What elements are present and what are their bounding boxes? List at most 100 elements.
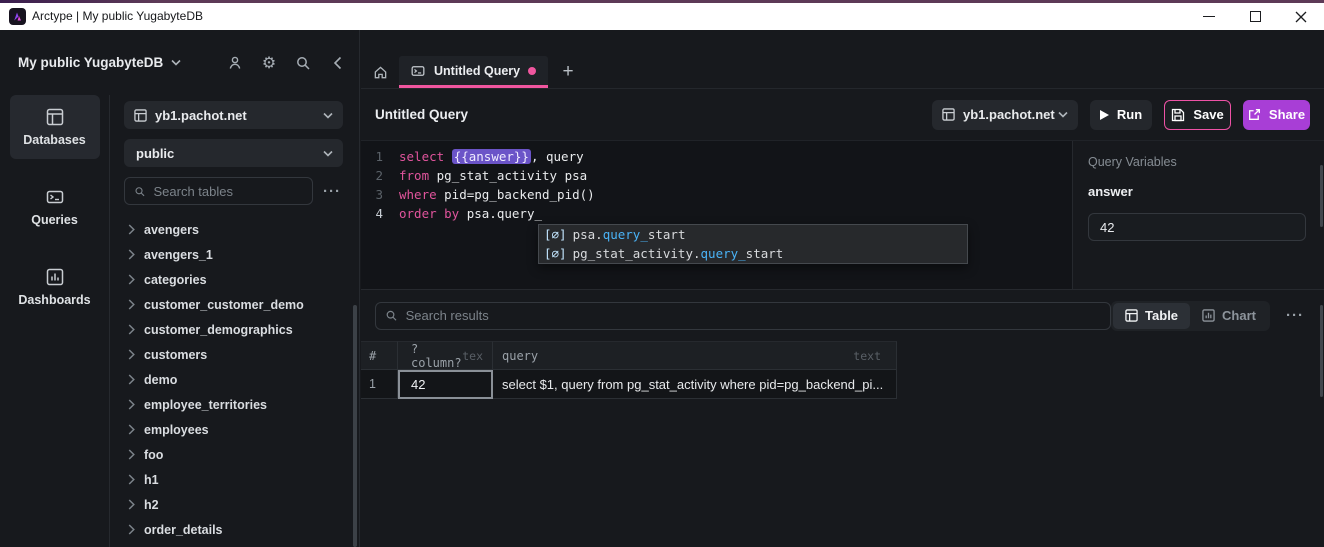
search-icon[interactable] xyxy=(293,53,313,73)
view-chart-label: Chart xyxy=(1222,308,1256,323)
chevron-right-icon[interactable] xyxy=(128,424,135,435)
results-toolbar: Table Chart ··· xyxy=(361,290,1324,341)
nav-item-queries[interactable]: Queries xyxy=(10,175,100,239)
chevron-right-icon[interactable] xyxy=(128,324,135,335)
results-more-icon[interactable]: ··· xyxy=(1278,307,1312,324)
home-icon xyxy=(373,65,388,80)
sql-editor[interactable]: 1 select {{answer}}, query 2 from pg_sta… xyxy=(361,141,1072,289)
schema-select[interactable]: public xyxy=(124,139,343,167)
new-tab-button[interactable]: + xyxy=(548,56,588,88)
variable-value-input[interactable] xyxy=(1088,213,1306,241)
table-list-item[interactable]: customers xyxy=(124,342,343,367)
table-list-item[interactable]: customer_customer_demo xyxy=(124,292,343,317)
code-line-active: 4 order by psa.query_ xyxy=(361,204,1072,223)
close-button[interactable] xyxy=(1278,3,1324,30)
view-chart-button[interactable]: Chart xyxy=(1190,303,1268,329)
query-connection-select[interactable]: yb1.pachot.net xyxy=(932,100,1078,130)
tables-search xyxy=(124,177,313,205)
tables-more-icon[interactable]: ··· xyxy=(313,183,343,200)
variable-name: answer xyxy=(1088,184,1308,199)
main-area: Untitled Query + Untitled Query yb1.pach… xyxy=(361,30,1324,547)
chevron-right-icon[interactable] xyxy=(128,374,135,385)
chevron-right-icon[interactable] xyxy=(128,474,135,485)
autocomplete-item[interactable]: [⌀]pg_stat_activity.query_start xyxy=(539,244,967,263)
tab-bar: Untitled Query + xyxy=(361,30,1324,89)
nav-label: Databases xyxy=(23,133,86,147)
chevron-right-icon[interactable] xyxy=(128,399,135,410)
connection-select[interactable]: yb1.pachot.net xyxy=(124,101,343,129)
nav-label: Queries xyxy=(31,213,78,227)
results-search-input[interactable] xyxy=(406,308,1101,323)
nav-rail: Databases Queries Dashboards xyxy=(0,95,110,547)
run-button[interactable]: Run xyxy=(1090,100,1152,130)
chevron-right-icon[interactable] xyxy=(128,349,135,360)
table-list-item[interactable]: customer_demographics xyxy=(124,317,343,342)
chevron-right-icon[interactable] xyxy=(128,449,135,460)
chevron-right-icon[interactable] xyxy=(128,499,135,510)
tables-scrollbar[interactable] xyxy=(353,305,357,547)
column-header-query[interactable]: querytext xyxy=(493,341,897,370)
variables-scrollbar[interactable] xyxy=(1320,165,1323,227)
tab-untitled-query[interactable]: Untitled Query xyxy=(399,56,548,88)
table-list-item[interactable]: h1 xyxy=(124,467,343,492)
maximize-icon xyxy=(1250,11,1261,22)
table-name: customers xyxy=(144,348,207,362)
share-button[interactable]: Share xyxy=(1243,100,1310,130)
databases-icon xyxy=(46,108,64,126)
chevron-right-icon[interactable] xyxy=(128,249,135,260)
maximize-button[interactable] xyxy=(1232,3,1278,30)
chevron-right-icon[interactable] xyxy=(128,524,135,535)
search-icon xyxy=(134,185,146,198)
autocomplete-item[interactable]: [⌀]psa.query_start xyxy=(539,225,967,244)
table-list-item[interactable]: employees xyxy=(124,417,343,442)
table-list-item[interactable]: categories xyxy=(124,267,343,292)
table-list-item[interactable]: avengers xyxy=(124,217,343,242)
settings-gear-icon[interactable]: ⚙ xyxy=(259,53,279,73)
code-text: order by psa.query_ xyxy=(399,204,542,223)
play-icon xyxy=(1100,110,1109,120)
save-button[interactable]: Save xyxy=(1164,100,1231,130)
tab-home[interactable] xyxy=(361,56,399,88)
query-variable-token: {{answer}} xyxy=(452,149,531,164)
tables-panel: yb1.pachot.net public ··· xyxy=(110,95,359,547)
table-icon xyxy=(1125,309,1138,322)
query-cell[interactable]: select $1, query from pg_stat_activity w… xyxy=(493,370,897,399)
workspace-name[interactable]: My public YugabyteDB xyxy=(18,55,163,70)
nav-item-dashboards[interactable]: Dashboards xyxy=(10,255,100,319)
connection-name: yb1.pachot.net xyxy=(963,107,1055,122)
results-section: Table Chart ··· # ?column?tex querytext xyxy=(361,290,1324,399)
query-tab-icon xyxy=(411,64,425,78)
table-list-item[interactable]: h2 xyxy=(124,492,343,517)
share-label: Share xyxy=(1269,107,1305,122)
query-variables-panel: Query Variables answer xyxy=(1072,141,1324,289)
chevron-down-icon[interactable] xyxy=(171,59,181,66)
minimize-button[interactable] xyxy=(1186,3,1232,30)
table-list-item[interactable]: avengers_1 xyxy=(124,242,343,267)
chevron-right-icon[interactable] xyxy=(128,274,135,285)
table-list-item[interactable]: foo xyxy=(124,442,343,467)
table-list-item[interactable]: employee_territories xyxy=(124,392,343,417)
results-scrollbar[interactable] xyxy=(1320,305,1323,397)
tab-label: Untitled Query xyxy=(434,64,520,78)
results-table: # ?column?tex querytext 1 42 select $1, … xyxy=(361,341,897,399)
chevron-down-icon xyxy=(1058,111,1068,118)
column-header-column1[interactable]: ?column?tex xyxy=(398,341,493,370)
code-line: 2 from pg_stat_activity psa xyxy=(361,166,1072,185)
chevron-right-icon[interactable] xyxy=(128,299,135,310)
value-cell-selected[interactable]: 42 xyxy=(398,370,493,399)
table-list-item[interactable]: demo xyxy=(124,367,343,392)
tables-search-input[interactable] xyxy=(154,184,304,199)
table-name: employee_territories xyxy=(144,398,267,412)
save-label: Save xyxy=(1193,107,1223,122)
table-name: order_details xyxy=(144,523,223,537)
column-header-index[interactable]: # xyxy=(361,341,398,370)
collapse-sidebar-icon[interactable] xyxy=(327,53,347,73)
window-title: Arctype | My public YugabyteDB xyxy=(32,9,203,23)
view-table-button[interactable]: Table xyxy=(1113,303,1190,329)
view-table-label: Table xyxy=(1145,308,1178,323)
nav-item-databases[interactable]: Databases xyxy=(10,95,100,159)
account-icon[interactable] xyxy=(225,53,245,73)
table-list-item[interactable]: order_details xyxy=(124,517,343,542)
line-number: 2 xyxy=(361,166,391,185)
chevron-right-icon[interactable] xyxy=(128,224,135,235)
